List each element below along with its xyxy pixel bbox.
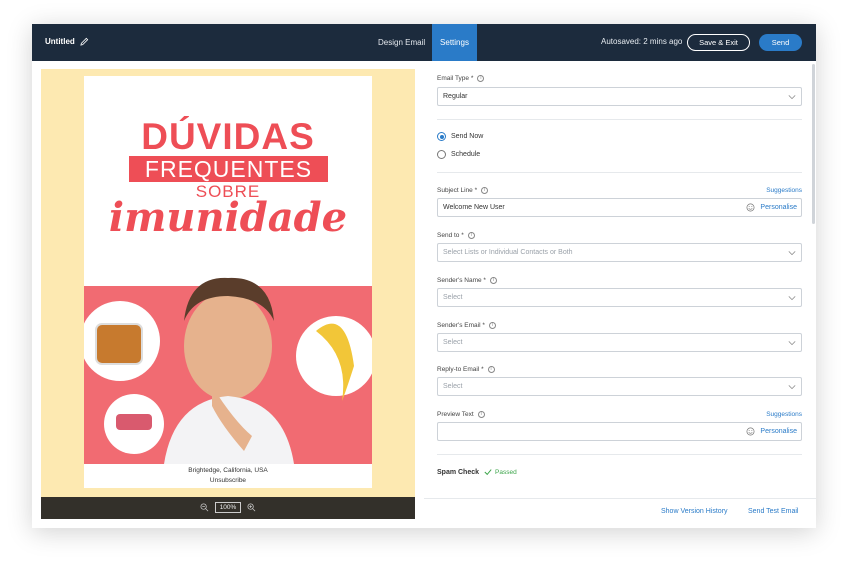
bottom-action-bar: Show Version History Send Test Email: [424, 498, 816, 528]
info-icon[interactable]: i: [477, 75, 485, 82]
reply-to-placeholder: Select: [443, 383, 463, 390]
headline-duvidas: DÚVIDAS: [141, 116, 315, 157]
preview-text-label-text: Preview Text: [437, 411, 474, 418]
send-test-email-link[interactable]: Send Test Email: [748, 508, 798, 515]
top-bar: Untitled Design Email Settings Autosaved…: [32, 24, 816, 61]
reply-to-label-text: Reply-to Email *: [437, 366, 484, 373]
radio-schedule[interactable]: Schedule: [437, 150, 480, 159]
subject-personalise[interactable]: Personalise: [746, 199, 797, 216]
senders-name-label-text: Sender's Name *: [437, 277, 486, 284]
emoji-icon[interactable]: [746, 427, 755, 436]
send-to-label-text: Send to *: [437, 232, 464, 239]
divider: [437, 454, 802, 455]
radio-send-now[interactable]: Send Now: [437, 132, 483, 141]
info-icon[interactable]: i: [489, 277, 497, 284]
email-title[interactable]: Untitled: [45, 37, 89, 46]
info-icon[interactable]: i: [487, 366, 495, 373]
spam-check-label: Spam Check: [437, 468, 480, 476]
chevron-down-icon: [788, 95, 796, 100]
send-button[interactable]: Send: [759, 34, 802, 51]
info-icon[interactable]: i: [467, 232, 475, 239]
info-icon[interactable]: i: [477, 411, 485, 418]
zoom-level: 100%: [214, 502, 242, 513]
headline-frequentes: FREQUENTES: [144, 156, 313, 182]
footer-address: Brightedge, California, USA: [188, 467, 268, 474]
preview-text-input[interactable]: Personalise: [437, 422, 802, 441]
send-now-label: Send Now: [451, 133, 484, 140]
email-type-label: Email Type * i: [437, 75, 485, 82]
chevron-down-icon: [788, 385, 796, 390]
tab-settings[interactable]: Settings: [432, 24, 477, 61]
preview-suggestions-link[interactable]: Suggestions: [766, 411, 802, 418]
settings-form: Email Type * i Regular Send Now Schedule…: [424, 61, 816, 528]
subject-suggestions-link[interactable]: Suggestions: [766, 187, 802, 194]
autosave-status: Autosaved: 2 mins ago: [601, 37, 683, 46]
preview-personalise[interactable]: Personalise: [746, 423, 797, 440]
subject-line-input[interactable]: Welcome New User Personalise: [437, 198, 802, 217]
email-preview: DÚVIDAS FREQUENTES SOBRE imunidade Brigh…: [84, 76, 372, 488]
chevron-down-icon: [788, 296, 796, 301]
scrollbar-thumb[interactable]: [812, 64, 815, 224]
tab-design-email[interactable]: Design Email: [370, 24, 433, 61]
subject-line-value: Welcome New User: [443, 204, 505, 211]
senders-name-select[interactable]: Select: [437, 288, 802, 307]
personalise-label[interactable]: Personalise: [760, 199, 797, 216]
schedule-label: Schedule: [451, 151, 481, 158]
check-icon: [484, 469, 492, 476]
info-icon[interactable]: i: [481, 187, 489, 194]
senders-name-label: Sender's Name * i: [437, 277, 497, 284]
zoom-in-icon[interactable]: [247, 503, 256, 512]
chevron-down-icon: [788, 251, 796, 256]
preview-text-label: Preview Text i: [437, 411, 485, 418]
email-type-value: Regular: [443, 93, 468, 100]
divider: [437, 119, 802, 120]
senders-email-placeholder: Select: [443, 339, 463, 346]
divider: [437, 172, 802, 173]
radio-unselected-icon[interactable]: [437, 150, 446, 159]
radio-selected-icon[interactable]: [437, 132, 446, 141]
send-to-label: Send to * i: [437, 232, 475, 239]
reply-to-select[interactable]: Select: [437, 377, 802, 396]
send-to-placeholder: Select Lists or Individual Contacts or B…: [443, 249, 573, 256]
senders-email-select[interactable]: Select: [437, 333, 802, 352]
email-type-select[interactable]: Regular: [437, 87, 802, 106]
spam-check: Spam Check Passed: [437, 468, 517, 476]
emoji-icon[interactable]: [746, 203, 755, 212]
chevron-down-icon: [788, 341, 796, 346]
save-exit-button[interactable]: Save & Exit: [687, 34, 750, 51]
pencil-icon[interactable]: [80, 37, 89, 46]
spam-check-status-text: Passed: [495, 468, 517, 476]
email-type-label-text: Email Type *: [437, 75, 474, 82]
headline-frequentes-box: FREQUENTES: [129, 156, 328, 182]
email-title-text: Untitled: [45, 37, 75, 46]
info-icon[interactable]: i: [488, 322, 496, 329]
hero-image: [84, 277, 372, 464]
spam-check-status: Passed: [484, 468, 517, 476]
senders-email-label-text: Sender's Email *: [437, 322, 485, 329]
email-editor-window: Untitled Design Email Settings Autosaved…: [32, 24, 816, 528]
personalise-label[interactable]: Personalise: [760, 423, 797, 440]
subject-line-label: Subject Line * i: [437, 187, 489, 194]
zoom-bar: 100%: [41, 497, 415, 519]
send-to-select[interactable]: Select Lists or Individual Contacts or B…: [437, 243, 802, 262]
unsubscribe-link[interactable]: Unsubscribe: [84, 477, 372, 484]
subject-line-label-text: Subject Line *: [437, 187, 478, 194]
zoom-out-icon[interactable]: [200, 503, 209, 512]
headline-imunidade: imunidade: [108, 194, 348, 241]
senders-name-placeholder: Select: [443, 294, 463, 301]
senders-email-label: Sender's Email * i: [437, 322, 496, 329]
show-version-history-link[interactable]: Show Version History: [661, 508, 728, 515]
reply-to-label: Reply-to Email * i: [437, 366, 495, 373]
